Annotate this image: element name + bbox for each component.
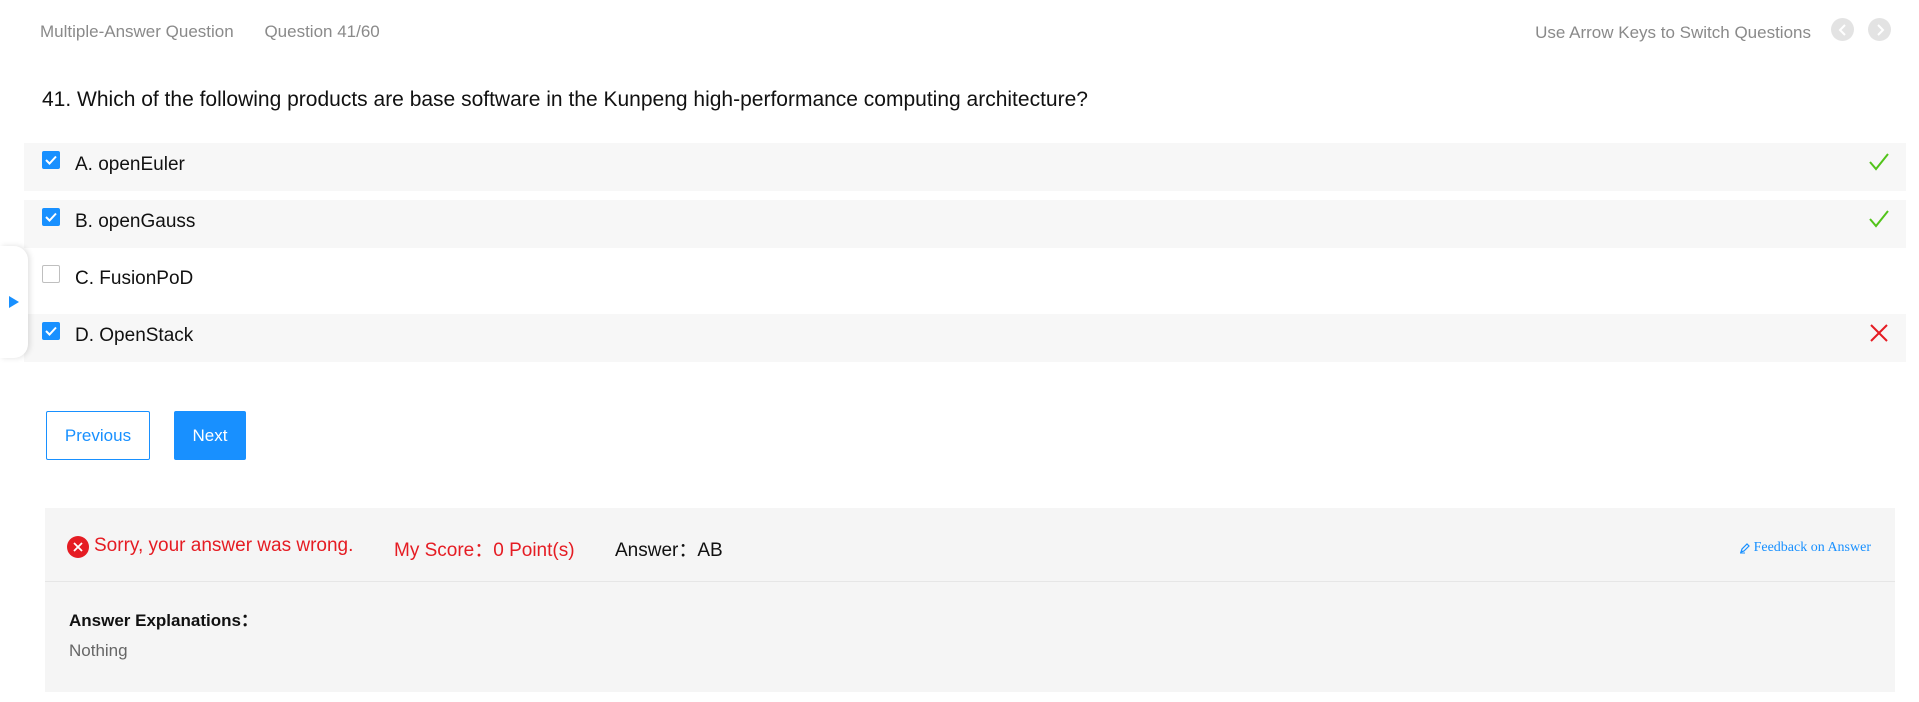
score-label: My Score：0 Point(s) bbox=[394, 540, 575, 561]
result-status: Sorry, your answer was wrong. bbox=[94, 535, 354, 556]
explanation-body: Nothing bbox=[69, 641, 128, 660]
feedback-link-label: Feedback on Answer bbox=[1753, 540, 1871, 555]
checkmark-icon bbox=[45, 326, 57, 336]
next-button[interactable]: Next bbox=[174, 411, 246, 460]
option-c-checkbox[interactable] bbox=[42, 265, 60, 283]
option-d-label: D. OpenStack bbox=[75, 325, 194, 346]
question-type-label: Multiple-Answer Question bbox=[40, 22, 234, 41]
question-progress-label: Question 41/60 bbox=[264, 22, 380, 41]
explanation-title: Answer Explanations： bbox=[69, 611, 258, 630]
side-panel-toggle[interactable] bbox=[0, 246, 28, 358]
prev-question-button[interactable] bbox=[1831, 18, 1854, 41]
option-c-label: C. FusionPoD bbox=[75, 268, 194, 289]
option-d-checkbox[interactable] bbox=[42, 322, 60, 340]
option-c[interactable]: C. FusionPoD bbox=[24, 257, 1906, 305]
wrong-circle-icon bbox=[67, 536, 89, 558]
feedback-link[interactable]: Feedback on Answer bbox=[1739, 540, 1871, 556]
option-b-label: B. openGauss bbox=[75, 211, 196, 232]
correct-check-icon bbox=[1869, 210, 1889, 228]
checkmark-icon bbox=[45, 212, 57, 222]
play-arrow-icon bbox=[9, 296, 19, 308]
option-a-label: A. openEuler bbox=[75, 154, 185, 175]
answer-result-panel: Sorry, your answer was wrong. My Score：0… bbox=[45, 508, 1895, 692]
option-a[interactable]: A. openEuler bbox=[24, 143, 1906, 191]
question-text: 41. Which of the following products are … bbox=[42, 88, 1088, 111]
option-d[interactable]: D. OpenStack bbox=[24, 314, 1906, 362]
correct-answer-label: Answer：AB bbox=[615, 540, 723, 561]
option-b[interactable]: B. openGauss bbox=[24, 200, 1906, 248]
next-question-button[interactable] bbox=[1868, 18, 1891, 41]
previous-button[interactable]: Previous bbox=[46, 411, 150, 460]
option-a-checkbox[interactable] bbox=[42, 151, 60, 169]
arrow-keys-hint: Use Arrow Keys to Switch Questions bbox=[1535, 23, 1811, 42]
wrong-cross-icon bbox=[1870, 324, 1888, 342]
result-summary: Sorry, your answer was wrong. My Score：0… bbox=[45, 508, 1895, 582]
edit-icon bbox=[1739, 543, 1750, 554]
chevron-left-icon bbox=[1838, 23, 1846, 36]
correct-check-icon bbox=[1869, 153, 1889, 171]
checkmark-icon bbox=[45, 155, 57, 165]
chevron-right-icon bbox=[1876, 23, 1884, 36]
question-meta: Multiple-Answer Question Question 41/60 bbox=[40, 22, 406, 42]
option-b-checkbox[interactable] bbox=[42, 208, 60, 226]
